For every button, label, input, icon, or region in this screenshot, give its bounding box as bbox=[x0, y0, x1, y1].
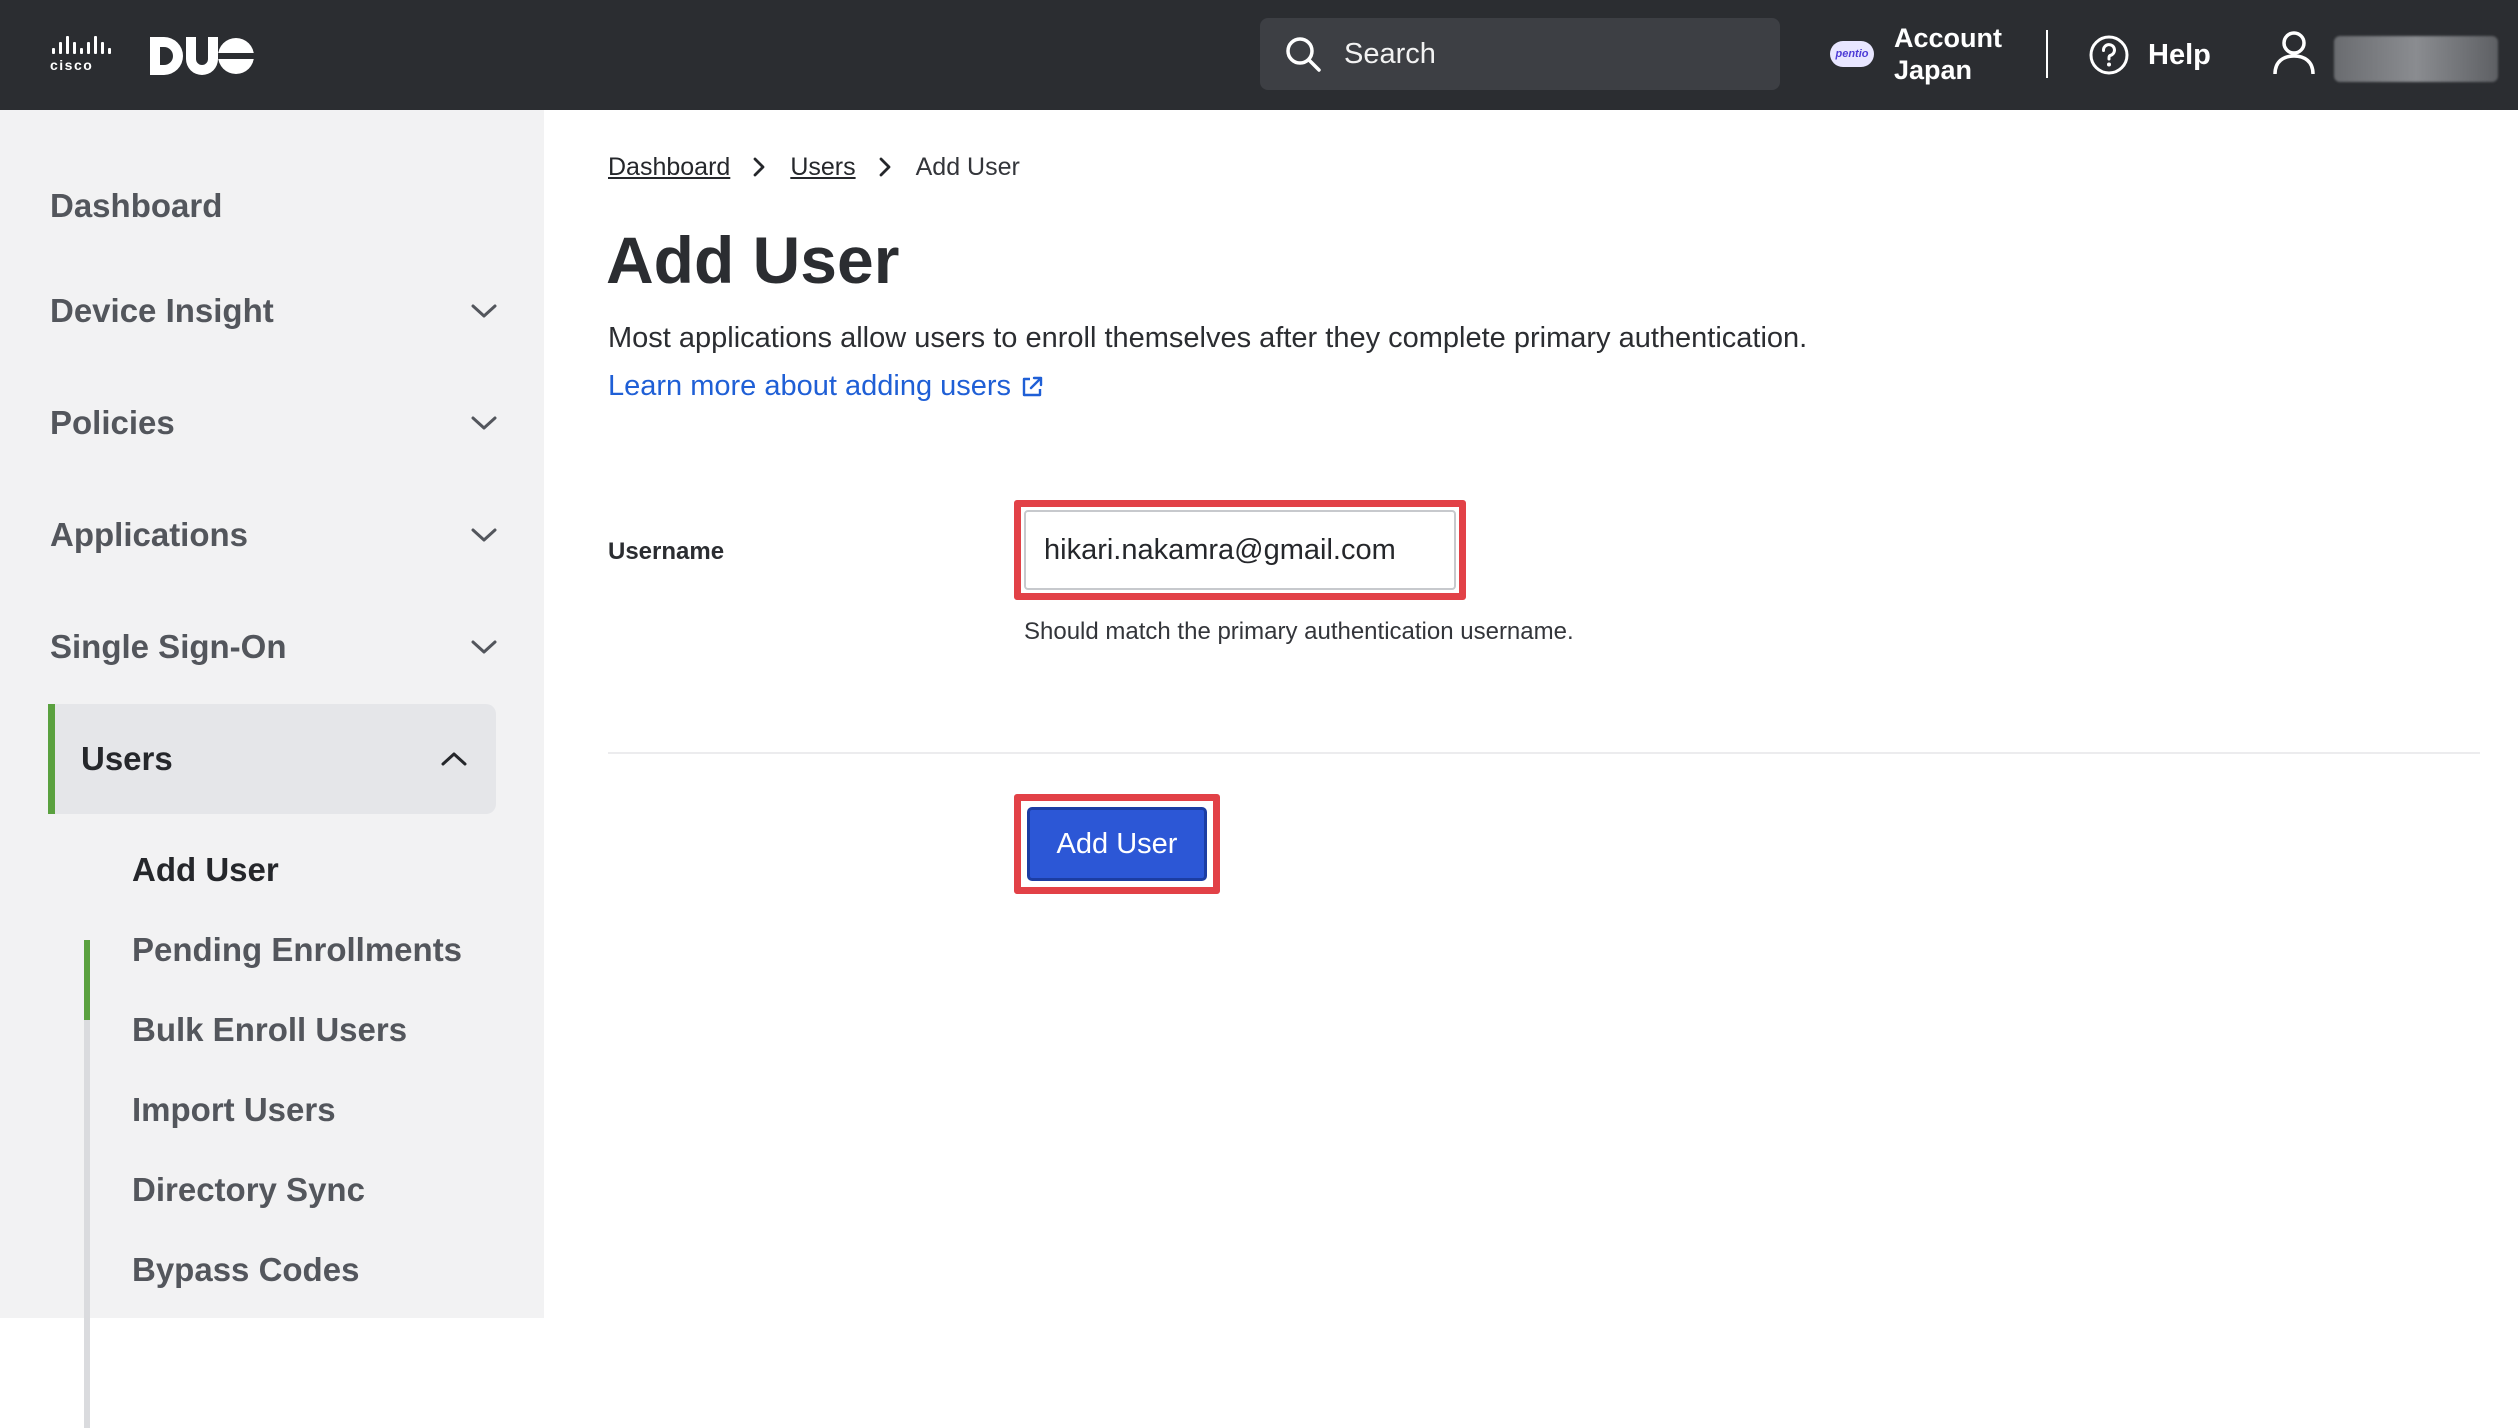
external-link-icon bbox=[1022, 376, 1043, 396]
chevron-right-icon bbox=[879, 157, 891, 177]
sidebar-subitem-bulk-enroll-users[interactable]: Bulk Enroll Users bbox=[132, 1002, 407, 1058]
username-label: Username bbox=[608, 538, 725, 565]
sidebar-item-device-insight[interactable]: Device Insight bbox=[50, 281, 500, 341]
chevron-up-icon bbox=[441, 752, 467, 766]
help-button[interactable]: Help bbox=[2088, 30, 2211, 80]
duo-logo[interactable] bbox=[150, 37, 254, 75]
sidebar-item-policies[interactable]: Policies bbox=[50, 393, 500, 453]
username-hint: Should match the primary authentication … bbox=[1024, 618, 1574, 645]
sidebar-item-single-sign-on[interactable]: Single Sign-On bbox=[50, 617, 500, 677]
page-description: Most applications allow users to enroll … bbox=[608, 322, 1808, 354]
sidebar-subitem-pending-enrollments[interactable]: Pending Enrollments bbox=[132, 922, 462, 978]
search-placeholder: Search bbox=[1344, 37, 1436, 70]
submenu-active-indicator bbox=[84, 940, 90, 1020]
sidebar-item-label: Users bbox=[81, 740, 173, 777]
search-icon bbox=[1286, 37, 1321, 72]
learn-more-link[interactable]: Learn more about adding users bbox=[608, 370, 1045, 403]
help-label: Help bbox=[2148, 38, 2211, 71]
topbar-divider bbox=[2046, 30, 2048, 78]
page-title: Add User bbox=[606, 223, 900, 297]
sidebar: Dashboard Device Insight Policies Applic… bbox=[0, 110, 544, 1428]
sidebar-subitem-bypass-codes[interactable]: Bypass Codes bbox=[132, 1242, 359, 1298]
form-divider bbox=[608, 752, 2480, 754]
username-input[interactable] bbox=[1024, 510, 1456, 590]
sidebar-item-dashboard[interactable]: Dashboard bbox=[50, 176, 500, 236]
account-name: Japan bbox=[1894, 55, 1973, 85]
account-logo: pentio bbox=[1830, 41, 1874, 67]
account-label: Account bbox=[1894, 23, 2002, 53]
sidebar-item-label: Single Sign-On bbox=[50, 628, 287, 665]
user-name-redacted[interactable] bbox=[2334, 36, 2498, 82]
sidebar-item-label: Applications bbox=[50, 516, 249, 553]
cisco-wordmark: cisco bbox=[50, 57, 94, 73]
learn-more-label: Learn more about adding users bbox=[608, 370, 1012, 402]
sidebar-subitem-import-users[interactable]: Import Users bbox=[132, 1082, 336, 1138]
user-icon[interactable] bbox=[2272, 30, 2316, 76]
add-user-button[interactable]: Add User bbox=[1027, 807, 1207, 881]
sidebar-item-applications[interactable]: Applications bbox=[50, 505, 500, 565]
chevron-down-icon bbox=[471, 640, 497, 654]
help-icon bbox=[2089, 35, 2129, 75]
sidebar-subitem-directory-sync[interactable]: Directory Sync bbox=[132, 1162, 365, 1218]
account-switcher[interactable]: pentio Account Japan bbox=[1830, 18, 2002, 90]
cisco-bars-icon bbox=[52, 34, 112, 54]
sidebar-item-label: Device Insight bbox=[50, 292, 274, 329]
sidebar-subitem-add-user[interactable]: Add User bbox=[132, 842, 279, 898]
top-bar: cisco Search pentio Account Japan Help bbox=[0, 0, 2518, 110]
chevron-down-icon bbox=[471, 304, 497, 318]
breadcrumb: Dashboard Users Add User bbox=[608, 150, 1020, 184]
chevron-down-icon bbox=[471, 528, 497, 542]
sidebar-item-label: Dashboard bbox=[50, 187, 223, 224]
cisco-logo[interactable]: cisco bbox=[50, 34, 112, 74]
chevron-right-icon bbox=[753, 157, 765, 177]
breadcrumb-users[interactable]: Users bbox=[790, 153, 855, 182]
sidebar-item-label: Policies bbox=[50, 404, 175, 441]
search-bar[interactable]: Search bbox=[1260, 18, 1780, 90]
sidebar-item-users[interactable]: Users bbox=[48, 704, 496, 814]
chevron-down-icon bbox=[471, 416, 497, 430]
breadcrumb-current: Add User bbox=[915, 152, 1020, 181]
breadcrumb-dashboard[interactable]: Dashboard bbox=[608, 153, 730, 182]
